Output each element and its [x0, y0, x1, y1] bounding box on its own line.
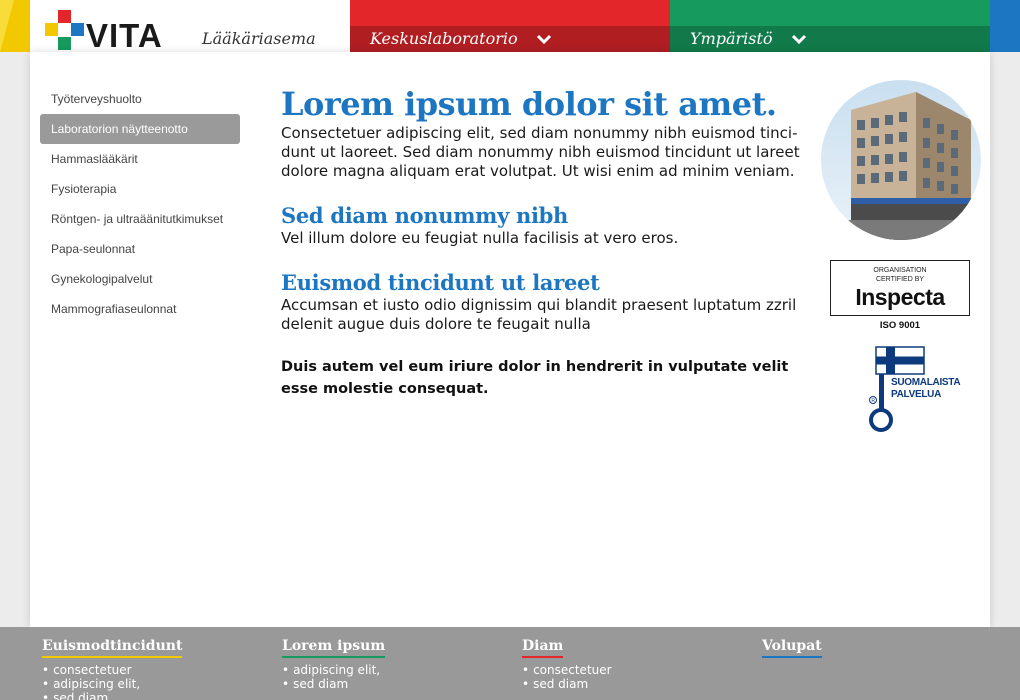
section-paragraph-1: Vel illum dolore eu feugiat nulla facili…: [281, 229, 679, 247]
building-photo: [821, 80, 981, 240]
sidebar-item-rontgen[interactable]: Röntgen- ja ultraäänitutkimukset: [40, 204, 240, 234]
menu-ymparisto[interactable]: Ympäristö: [690, 29, 807, 48]
inspecta-caption-2: CERTIFIED BY: [875, 276, 925, 283]
footer-link[interactable]: sed diam: [522, 677, 612, 691]
svg-text:R: R: [871, 398, 875, 404]
sidebar-item-laboratorion-naytteenotto[interactable]: Laboratorion näytteenotto: [40, 114, 240, 144]
footer-column-2: Lorem ipsum adipiscing elit, sed diam: [282, 635, 386, 691]
cross-logo-icon: [45, 10, 84, 50]
site-footer: Euismodtincidunt consectetuer adipiscing…: [0, 627, 1020, 700]
footer-link[interactable]: adipiscing elit,: [42, 677, 182, 691]
chevron-down-icon: [791, 34, 806, 44]
menu-ymparisto-label: Ympäristö: [690, 29, 773, 48]
site-header: VITA Lääkäriasema Keskuslaboratorio Ympä…: [0, 0, 1020, 54]
section-heading-2: Euismod tincidunt ut lareet: [281, 270, 600, 295]
header-blue-band: [990, 0, 1020, 52]
footer-column-4: Volupat: [762, 635, 822, 658]
bold-statement: Duis autem vel eum iriure dolor in hendr…: [281, 359, 789, 397]
footer-link[interactable]: consectetuer: [42, 663, 182, 677]
footer-link[interactable]: sed diam: [282, 677, 385, 691]
footer-link[interactable]: consectetuer: [522, 663, 612, 677]
footer-heading-1[interactable]: Euismodtincidunt: [42, 638, 183, 658]
intro-paragraph: Consectetuer adipiscing elit, sed diam n…: [281, 124, 800, 180]
header-subtitle: Lääkäriasema: [202, 29, 316, 48]
inspecta-caption-1: ORGANISATION: [873, 267, 927, 274]
menu-keskuslaboratorio[interactable]: Keskuslaboratorio: [370, 29, 552, 48]
key-text-line-2: PALVELUA: [891, 389, 942, 400]
inspecta-name: Inspecta: [855, 284, 945, 310]
sidebar-item-fysioterapia[interactable]: Fysioterapia: [40, 174, 240, 204]
sidebar-item-mammografiaseulonnat[interactable]: Mammografiaseulonnat: [40, 294, 240, 324]
brand-name: VITA: [86, 17, 163, 54]
inspecta-certificate: ORGANISATION CERTIFIED BY Inspecta ISO 9…: [830, 260, 970, 332]
page-title: Lorem ipsum dolor sit amet.: [281, 85, 777, 123]
sidebar-item-hammaslaakarit[interactable]: Hammaslääkärit: [40, 144, 240, 174]
sidebar-item-papa-seulonnat[interactable]: Papa-seulonnat: [40, 234, 240, 264]
sidebar-item-gynekologipalvelut[interactable]: Gynekologipalvelut: [40, 264, 240, 294]
chevron-down-icon: [536, 34, 551, 44]
section-paragraph-2: Accumsan et iusto odio dignissim qui bla…: [281, 296, 797, 333]
vita-logo[interactable]: VITA: [44, 10, 174, 54]
footer-link[interactable]: adipiscing elit,: [282, 663, 385, 677]
key-flag-badge: R SUOMALAISTA PALVELUA: [862, 344, 962, 434]
key-text-line-1: SUOMALAISTA: [891, 377, 961, 388]
section-heading-1: Sed diam nonummy nibh: [281, 203, 568, 228]
menu-keskuslaboratorio-label: Keskuslaboratorio: [370, 29, 518, 48]
main-content: Lorem ipsum dolor sit amet. Consectetuer…: [281, 84, 801, 400]
footer-column-1: Euismodtincidunt consectetuer adipiscing…: [42, 635, 183, 700]
iso-label: ISO 9001: [879, 320, 921, 331]
footer-column-3: Diam consectetuer sed diam: [522, 635, 612, 691]
footer-heading-4[interactable]: Volupat: [762, 638, 822, 658]
sidebar-nav: Työterveyshuolto Laboratorion näytteenot…: [40, 84, 240, 324]
footer-heading-3[interactable]: Diam: [522, 638, 564, 658]
footer-link[interactable]: sed diam: [42, 691, 182, 700]
header-yellow-band: [0, 0, 30, 52]
sidebar-item-tyoterveyshuolto[interactable]: Työterveyshuolto: [40, 84, 240, 114]
footer-heading-2[interactable]: Lorem ipsum: [282, 638, 386, 658]
